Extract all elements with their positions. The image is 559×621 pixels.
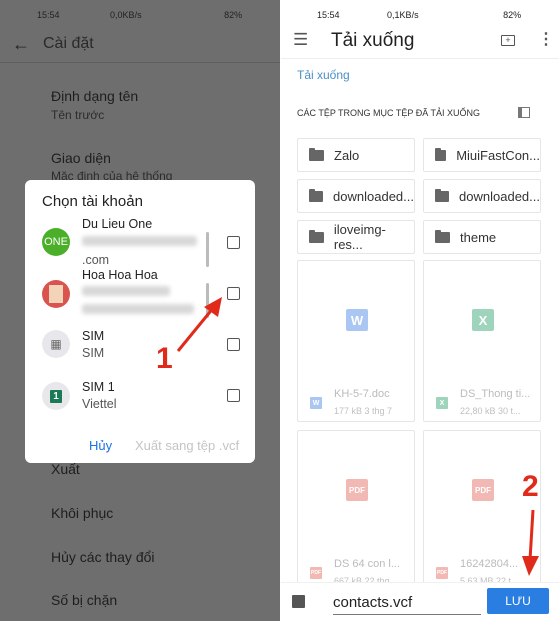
account-checkbox[interactable] [227, 389, 240, 402]
folder-name: downloaded... [333, 188, 414, 204]
file-card[interactable]: PDF PDF DS 64 con l... 667 kB 22 thg [297, 430, 415, 592]
status-time: 15:54 [37, 10, 60, 20]
status-battery: 82% [503, 10, 522, 20]
status-bar: 15:54 0,1KB/s 82% [317, 10, 521, 20]
folder-item[interactable]: theme [423, 220, 541, 254]
folder-item[interactable]: iloveimg-res... [297, 220, 415, 254]
avatar-face-icon [49, 285, 63, 303]
sim-card-icon: ▦ [42, 330, 70, 358]
account-detail: SIM [82, 346, 105, 360]
page-title: Tải xuống [331, 30, 415, 51]
downloads-save-screen: 15:54 0,1KB/s 82% ☰ Tải xuống + ⋮ Tải xu… [281, 0, 559, 621]
status-speed: 0,0KB/s [110, 10, 142, 20]
pdf-file-small-icon: PDF [310, 567, 322, 579]
panel-divider [280, 0, 281, 621]
status-bar: 15:54 0,0KB/s 82% [37, 10, 242, 20]
contacts-settings-screen: 15:54 0,0KB/s 82% ← Cài đặt Định dạng tê… [0, 0, 280, 621]
folder-item[interactable]: MiuiFastCon... [423, 138, 541, 172]
folder-icon [309, 229, 324, 243]
sim1-icon: 1 [42, 382, 70, 410]
pdf-file-icon: PDF [346, 479, 368, 501]
annotation-step-1: 1 [156, 342, 173, 375]
folder-item[interactable]: Zalo [297, 138, 415, 172]
account-email-suffix: .com [82, 253, 110, 267]
annotation-arrow-icon [176, 297, 222, 352]
new-folder-icon[interactable]: + [501, 35, 515, 46]
export-vcf-button[interactable]: Xuất sang tệp .vcf [135, 438, 239, 453]
folder-name: MiuiFastCon... [456, 147, 540, 163]
menu-icon[interactable]: ☰ [293, 30, 308, 50]
folder-name: Zalo [334, 147, 360, 163]
account-name: SIM [82, 329, 105, 343]
folder-icon [309, 188, 324, 202]
back-arrow-icon[interactable]: ← [12, 34, 30, 55]
filename-input[interactable]: contacts.vcf [333, 591, 481, 615]
file-name: DS_Thong ti... [460, 388, 531, 400]
setting-export[interactable]: Xuất [51, 461, 80, 477]
file-name: DS 64 con l... [334, 558, 401, 570]
folder-icon [309, 147, 324, 161]
dialog-title: Chọn tài khoản [42, 193, 143, 210]
word-file-small-icon: W [310, 397, 322, 409]
avatar: ONE [42, 228, 70, 256]
sim1-badge: 1 [50, 389, 62, 403]
blurred-email [82, 236, 197, 246]
folder-name: iloveimg-res... [333, 222, 386, 252]
setting-blocked-numbers[interactable]: Số bị chặn [51, 592, 117, 608]
word-file-icon: W [346, 309, 368, 331]
pdf-file-small-icon: PDF [436, 567, 448, 579]
list-view-icon[interactable] [518, 107, 530, 118]
divider [281, 58, 559, 59]
status-time: 15:54 [317, 10, 340, 20]
breadcrumb[interactable]: Tải xuống [297, 68, 350, 82]
status-speed: 0,1KB/s [387, 10, 419, 20]
blurred-email [82, 286, 170, 296]
save-bar: contacts.vcf LƯU [281, 582, 559, 621]
setting-undo-changes[interactable]: Hủy các thay đổi [51, 549, 155, 565]
file-meta: 177 kB 3 thg 7 [334, 406, 393, 416]
annotation-arrow-icon [522, 509, 539, 576]
page-title: Cài đặt [43, 35, 94, 52]
folder-name: theme [460, 229, 497, 245]
annotation-step-2: 2 [522, 470, 539, 503]
save-button[interactable]: LƯU [487, 588, 549, 614]
folder-icon [435, 229, 450, 243]
folder-name: downloaded... [459, 188, 540, 204]
excel-file-small-icon: X [436, 397, 448, 409]
account-name: SIM 1 [82, 380, 115, 394]
folder-icon [435, 147, 447, 161]
account-checkbox[interactable] [227, 236, 240, 249]
folder-item[interactable]: downloaded... [297, 179, 415, 213]
scrollbar[interactable] [206, 232, 209, 267]
contact-card-icon [292, 595, 305, 608]
more-options-icon[interactable]: ⋮ [538, 29, 554, 49]
pdf-file-icon: PDF [472, 479, 494, 501]
account-name: Hoa Hoa Hoa [82, 268, 158, 282]
account-detail: Viettel [82, 397, 117, 411]
avatar [42, 280, 70, 308]
setting-theme[interactable]: Giao diện [51, 150, 111, 166]
setting-name-format-value: Tên trước [51, 108, 105, 122]
file-card[interactable]: W W KH-5-7.doc 177 kB 3 thg 7 [297, 260, 415, 422]
excel-file-icon: X [472, 309, 494, 331]
setting-restore[interactable]: Khôi phục [51, 505, 113, 521]
file-name: 16242804... [460, 558, 519, 570]
section-title: CÁC TỆP TRONG MỤC TỆP ĐÃ TẢI XUỐNG [297, 108, 481, 118]
file-card[interactable]: X X DS_Thong ti... 22,80 kB 30 t... [423, 260, 541, 422]
divider [0, 62, 280, 63]
account-name: Du Lieu One [82, 217, 153, 231]
file-meta: 22,80 kB 30 t... [460, 406, 521, 416]
file-name: KH-5-7.doc [334, 388, 390, 400]
cancel-button[interactable]: Hủy [89, 438, 112, 453]
setting-name-format[interactable]: Định dạng tên [51, 88, 138, 104]
status-battery: 82% [224, 10, 243, 20]
folder-item[interactable]: downloaded... [423, 179, 541, 213]
folder-icon [435, 188, 450, 202]
